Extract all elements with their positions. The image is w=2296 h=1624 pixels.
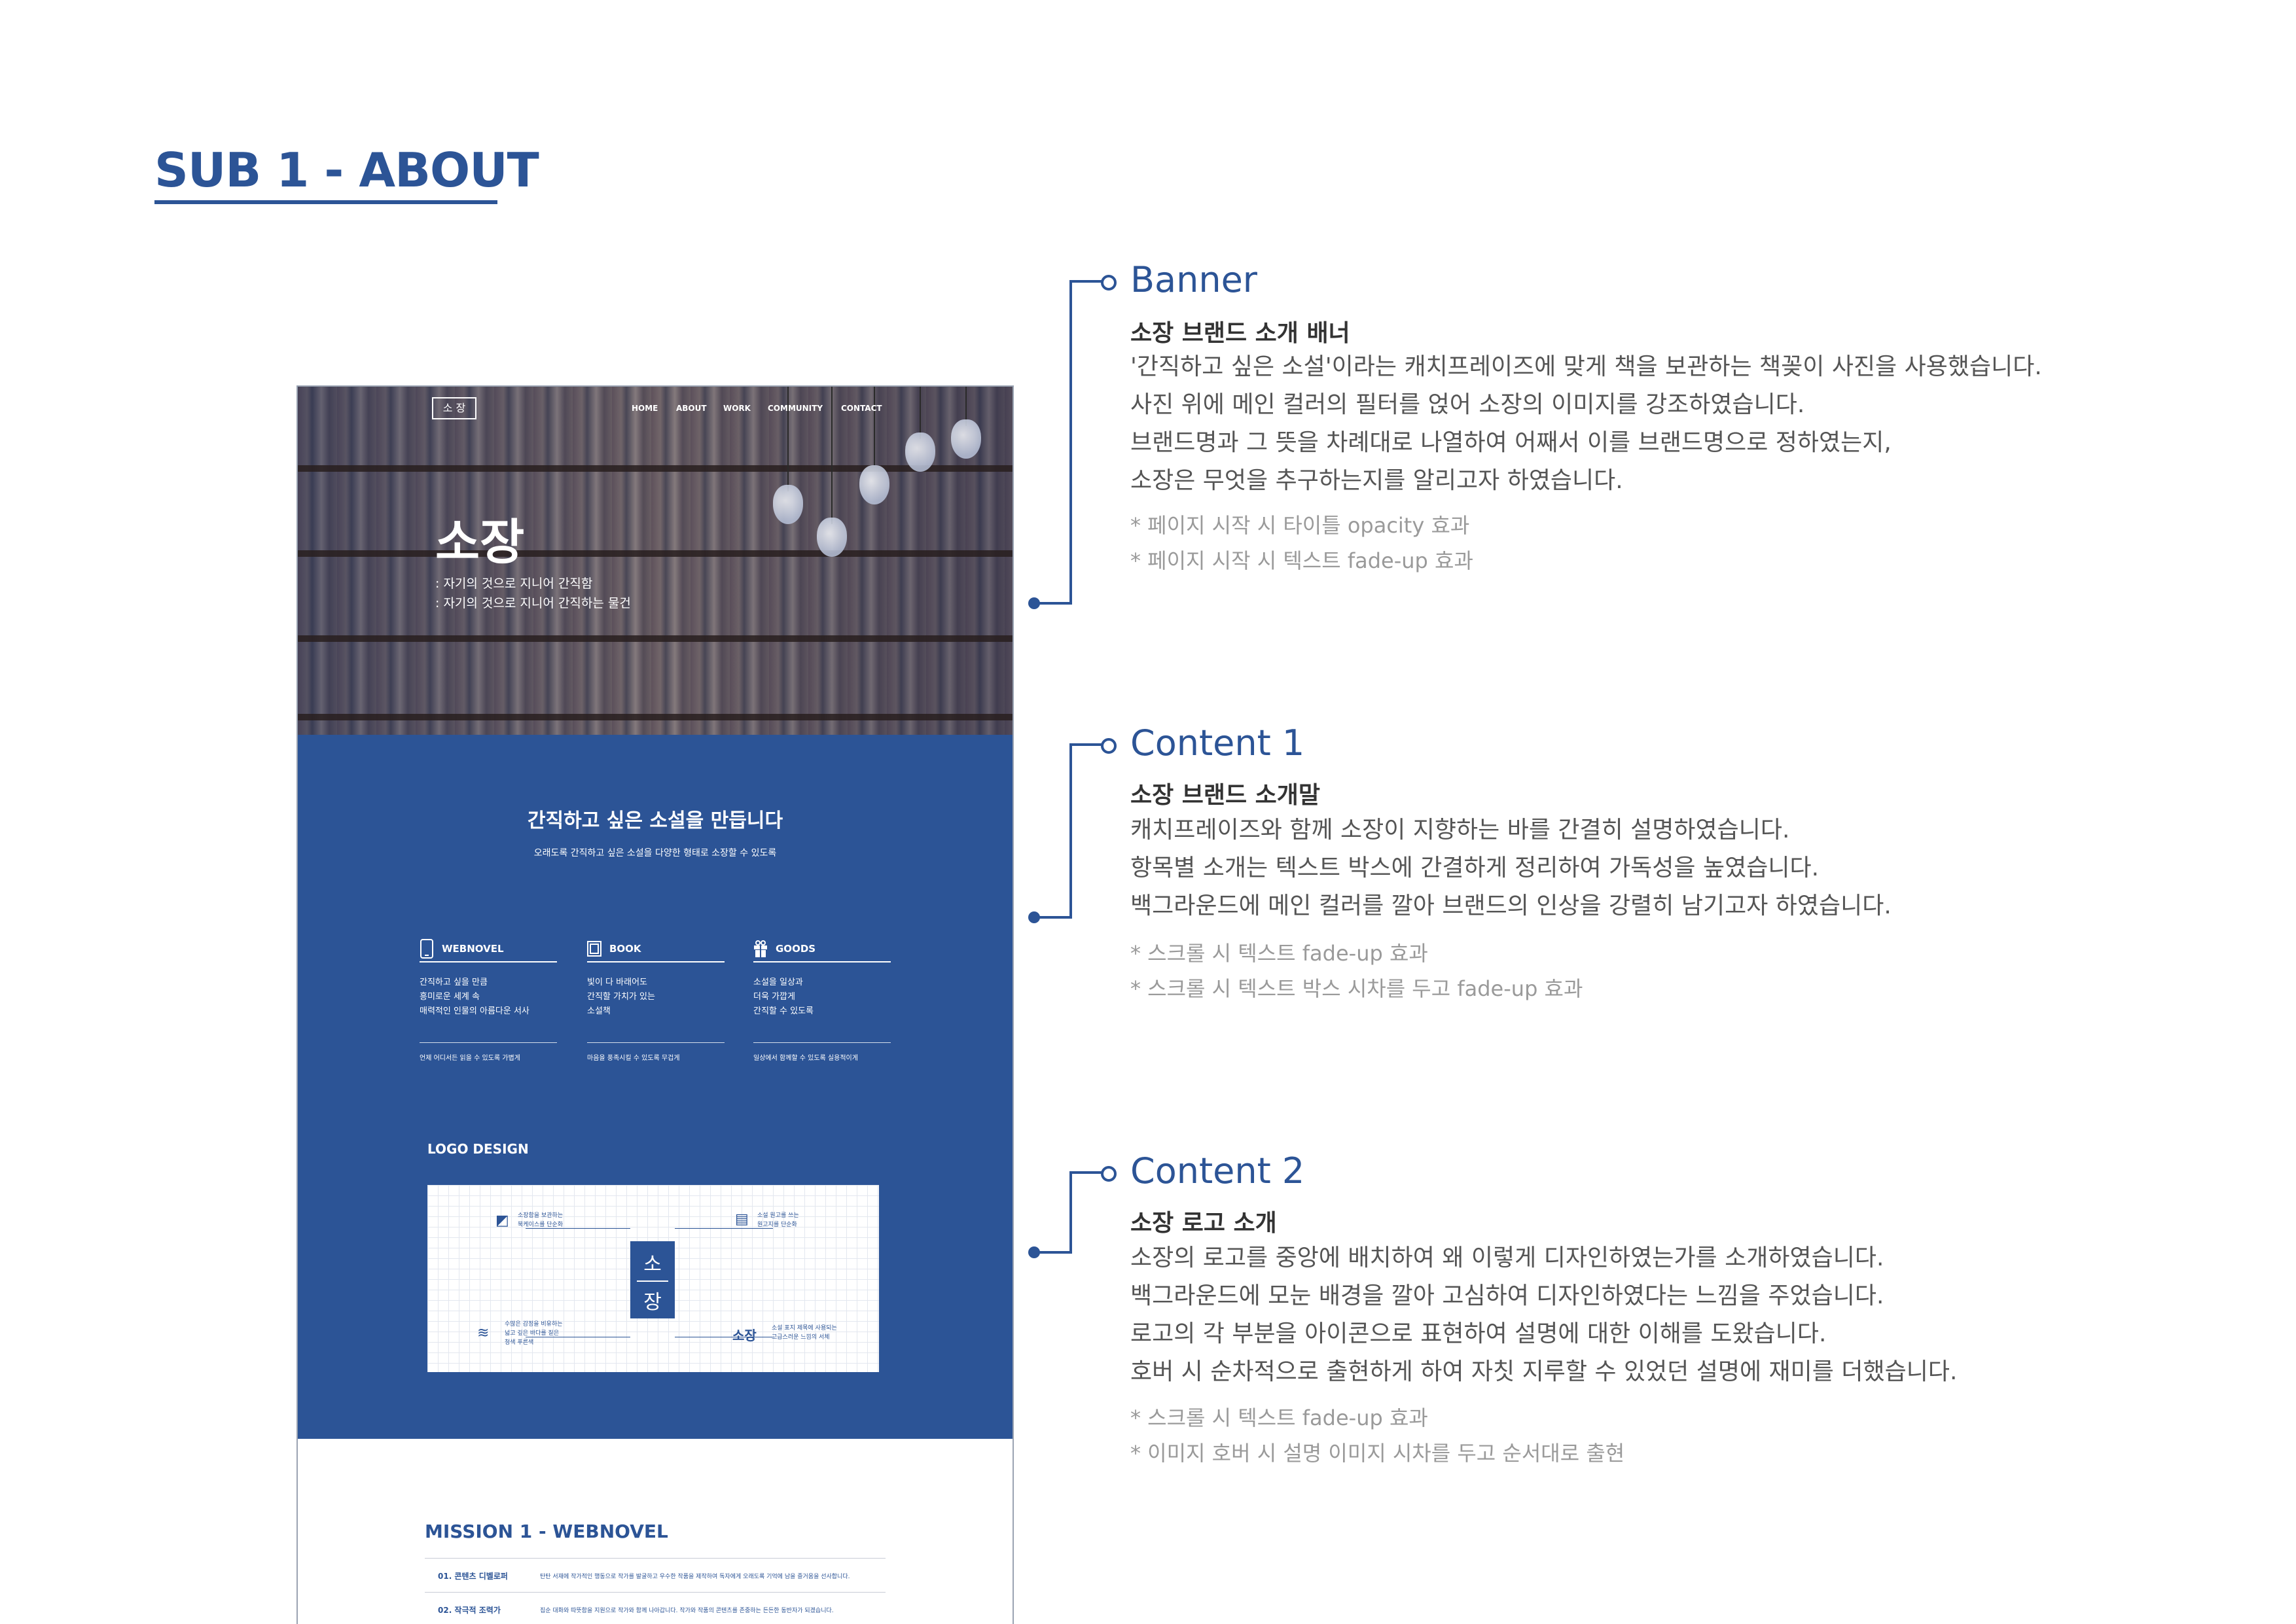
feature-line: 소설을 일상과 <box>753 978 803 987</box>
nav-contact[interactable]: CONTACT <box>841 404 882 413</box>
logo-note-2: 소설 원고를 쓰는 원고지를 단순화 <box>757 1212 799 1228</box>
annotation-content2-notes: * 스크롤 시 텍스트 fade-up 효과 * 이미지 호버 시 설명 이미지… <box>1130 1405 1625 1466</box>
feature-title: GOODS <box>776 943 816 955</box>
logo-note-4: 소설 표지 제목에 사용되는 고급스러운 느낌의 서체 <box>772 1325 837 1341</box>
feature-line: 매력적인 인물의 아름다운 서사 <box>420 1006 529 1016</box>
logo-design-label: LOGO DESIGN <box>427 1141 529 1157</box>
banner-definition-2: : 자기의 것으로 지니어 간직하는 물건 <box>435 596 631 610</box>
mission-row[interactable]: 01. 콘텐츠 디벨로퍼 탄탄 서재에 작가적인 행동으로 작가를 발굴하고 우… <box>425 1558 886 1593</box>
nav-work[interactable]: WORK <box>723 404 751 413</box>
mission-row-label: 01. 콘텐츠 디벨로퍼 <box>438 1572 508 1581</box>
annotation-banner-subtitle: 소장 브랜드 소개 배너 <box>1130 320 1350 347</box>
feature-card-book: BOOK 빛이 다 바래어도 간직할 가치가 있는 소설책 마음을 풍족시킬 수… <box>587 939 725 1062</box>
title-underline <box>154 200 497 204</box>
bookmark-icon: ▤ <box>735 1211 749 1227</box>
feature-card-webnovel: WEBNOVEL 간직하고 싶을 만큼 흥미로운 세계 속 매력적인 인물의 아… <box>420 939 557 1062</box>
annotation-content1-title: Content 1 <box>1130 722 1305 764</box>
feature-line: 빛이 다 바래어도 <box>587 978 647 987</box>
logo-mark-top: 소 <box>643 1253 662 1276</box>
mission-row-label: 02. 작극적 조력가 <box>438 1606 501 1615</box>
brand-logo-mark[interactable]: 소 장 <box>630 1241 675 1318</box>
bulb-icon <box>859 465 889 504</box>
book-corner-icon: ◩ <box>495 1212 509 1229</box>
annotation-content1-body: 캐치프레이즈와 함께 소장이 지향하는 바를 간결히 설명하였습니다. 항목별 … <box>1130 817 1892 919</box>
mission-row-desc: 집순 대화와 따뜻함을 지원으로 작가와 함께 나아갑니다. 작가와 작품의 콘… <box>540 1608 834 1614</box>
feature-line: 흥미로운 세계 속 <box>420 992 480 1002</box>
feature-line: 간직할 가치가 있는 <box>587 992 655 1002</box>
content1-subheading: 오래도록 간직하고 싶은 소설을 다양한 형태로 소장할 수 있도록 <box>533 848 777 858</box>
feature-card-goods: GOODS 소설을 일상과 더욱 가깝게 간직할 수 있도록 일상에서 함께할 … <box>753 939 891 1062</box>
logo-note-3: 수많은 감정을 비유하는 넓고 깊은 바다를 짙은 청색 푸른색 <box>505 1321 563 1346</box>
content1-section: 간직하고 싶은 소설을 만듭니다 오래도록 간직하고 싶은 소설을 다양한 형태… <box>298 735 1013 1439</box>
content1-heading: 간직하고 싶은 소설을 만듭니다 <box>527 809 783 832</box>
phone-icon <box>420 939 433 959</box>
banner-title: 소장 <box>435 514 525 571</box>
feature-line: 간직할 수 있도록 <box>753 1006 814 1016</box>
nav-about[interactable]: ABOUT <box>676 404 707 413</box>
mission-title: MISSION 1 - WEBNOVEL <box>425 1521 668 1542</box>
annotation-content2-title: Content 2 <box>1130 1150 1305 1192</box>
nav-community[interactable]: COMMUNITY <box>768 404 823 413</box>
feature-line: 소설책 <box>587 1006 611 1016</box>
banner-definition-1: : 자기의 것으로 지니어 간직함 <box>435 576 593 591</box>
book-icon <box>587 941 601 957</box>
mission-section: MISSION 1 - WEBNOVEL 01. 콘텐츠 디벨로퍼 탄탄 서재에… <box>298 1439 1013 1624</box>
bulb-icon <box>817 518 847 557</box>
wordmark-icon: 소장 <box>732 1328 757 1343</box>
logo-design-panel[interactable]: 소 장 ◩ 소장함을 보관하는 북케이스를 단순화 ▤ 소설 원고를 쓰는 원고… <box>427 1185 879 1372</box>
feature-title: WEBNOVEL <box>442 943 504 955</box>
feature-footer: 마음을 풍족시킬 수 있도록 무겁게 <box>587 1055 680 1062</box>
annotation-content2-body: 소장의 로고를 중앙에 배치하여 왜 이렇게 디자인하였는가를 소개하였습니다.… <box>1130 1244 1958 1385</box>
logo-note-1: 소장함을 보관하는 북케이스를 단순화 <box>518 1212 564 1228</box>
annotation-banner-notes: * 페이지 시작 시 타이틀 opacity 효과 * 페이지 시작 시 텍스트… <box>1130 513 1473 573</box>
feature-title: BOOK <box>609 943 641 955</box>
nav-home[interactable]: HOME <box>632 404 658 413</box>
feature-line: 간직하고 싶을 만큼 <box>420 978 488 987</box>
wave-icon: ≋ <box>477 1325 490 1341</box>
feature-footer: 일상에서 함께할 수 있도록 실용적이게 <box>753 1055 858 1062</box>
feature-line: 더욱 가깝게 <box>753 992 795 1002</box>
bulb-icon <box>905 432 935 472</box>
mission-row[interactable]: 02. 작극적 조력가 집순 대화와 따뜻함을 지원으로 작가와 함께 나아갑니… <box>425 1592 886 1624</box>
annotation-content1-notes: * 스크롤 시 텍스트 fade-up 효과 * 스크롤 시 텍스트 박스 시차… <box>1130 941 1583 1001</box>
gift-icon <box>754 940 767 957</box>
annotation-banner-title: Banner <box>1130 259 1258 300</box>
bulb-icon <box>773 485 803 524</box>
page-title: SUB 1 - ABOUT <box>154 143 539 198</box>
logo-mark-bottom: 장 <box>643 1291 662 1314</box>
site-nav: 소 장 HOME ABOUT WORK COMMUNITY CONTACT <box>298 387 1013 426</box>
banner-section: 소 장 HOME ABOUT WORK COMMUNITY CONTACT 소장… <box>298 387 1013 735</box>
brand-logo[interactable]: 소 장 <box>432 397 476 419</box>
feature-footer: 언제 어디서든 읽을 수 있도록 가볍게 <box>420 1055 520 1062</box>
annotation-content1-subtitle: 소장 브랜드 소개말 <box>1130 782 1321 809</box>
annotation-banner-body: '간직하고 싶은 소설'이라는 캐치프레이즈에 맞게 책을 보관하는 책꽂이 사… <box>1130 353 2042 494</box>
annotation-content2-subtitle: 소장 로고 소개 <box>1130 1210 1277 1237</box>
website-mockup: 소 장 HOME ABOUT WORK COMMUNITY CONTACT 소장… <box>296 385 1014 1624</box>
mission-row-desc: 탄탄 서재에 작가적인 행동으로 작가를 발굴하고 우수한 작품을 제작하여 독… <box>540 1574 850 1580</box>
